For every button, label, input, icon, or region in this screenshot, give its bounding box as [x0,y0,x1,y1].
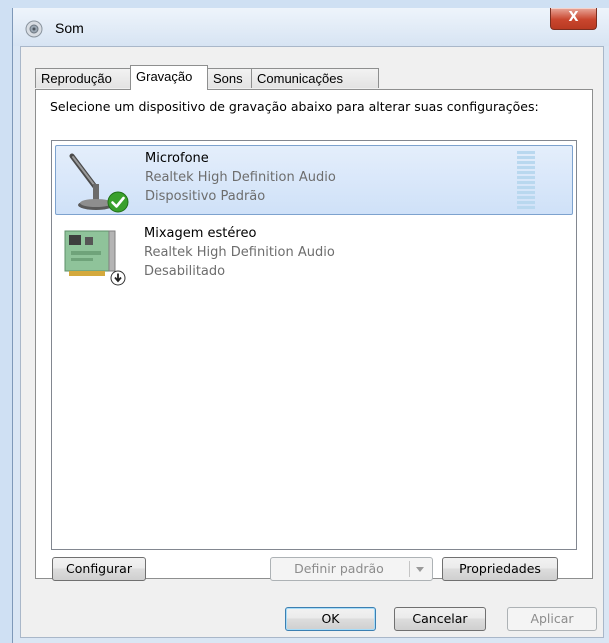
level-bar [517,186,535,189]
window-title: Som [55,20,84,36]
cancel-button[interactable]: Cancelar [394,607,486,631]
close-button[interactable]: X [550,8,597,30]
chevron-down-icon[interactable] [416,567,424,572]
level-bar [517,151,535,154]
tab-sons[interactable]: Sons [207,68,252,88]
level-bar [517,201,535,204]
split-divider [409,561,410,577]
level-bar [517,156,535,159]
disabled-arrow-badge-icon [110,270,126,286]
level-bar [517,196,535,199]
device-status: Dispositivo Padrão [145,189,266,204]
level-bar [517,181,535,184]
title-bar[interactable]: Som X [13,8,609,46]
audio-level-meter [517,151,535,211]
ok-button[interactable]: OK [285,607,376,631]
configure-button[interactable]: Configurar [52,557,146,581]
device-driver: Realtek High Definition Audio [145,170,336,185]
level-bar [517,171,535,174]
set-default-label: Definir padrão [294,561,384,576]
dialog-client-area: Reprodução Gravação Sons Comunicações Se… [20,46,604,638]
sound-dialog: Som X Reprodução Gravação Sons Comunicaç… [12,8,609,643]
level-bar [517,161,535,164]
device-name: Microfone [145,151,209,166]
device-driver: Realtek High Definition Audio [144,245,335,260]
level-bar [517,176,535,179]
device-item-mixagem-estereo[interactable]: Mixagem estéreo Realtek High Definition … [55,221,573,291]
speaker-icon [25,20,43,38]
default-check-badge-icon [107,191,129,213]
tab-reproducao[interactable]: Reprodução [35,68,131,88]
apply-button[interactable]: Aplicar [507,607,597,631]
device-name: Mixagem estéreo [144,226,257,241]
device-item-microfone[interactable]: Microfone Realtek High Definition Audio … [55,145,573,215]
level-bar [517,166,535,169]
device-status: Desabilitado [144,264,226,279]
device-list[interactable]: Microfone Realtek High Definition Audio … [51,140,577,550]
properties-button[interactable]: Propriedades [442,557,558,581]
tab-comunicacoes[interactable]: Comunicações [251,68,379,88]
level-bar [517,206,535,209]
tab-gravacao[interactable]: Gravação [130,65,208,90]
set-default-split-button[interactable]: Definir padrão [270,557,433,581]
instruction-text: Selecione um dispositivo de gravação aba… [50,99,539,114]
tab-panel: Selecione um dispositivo de gravação aba… [35,89,593,579]
level-bar [517,191,535,194]
close-icon: X [568,10,579,25]
